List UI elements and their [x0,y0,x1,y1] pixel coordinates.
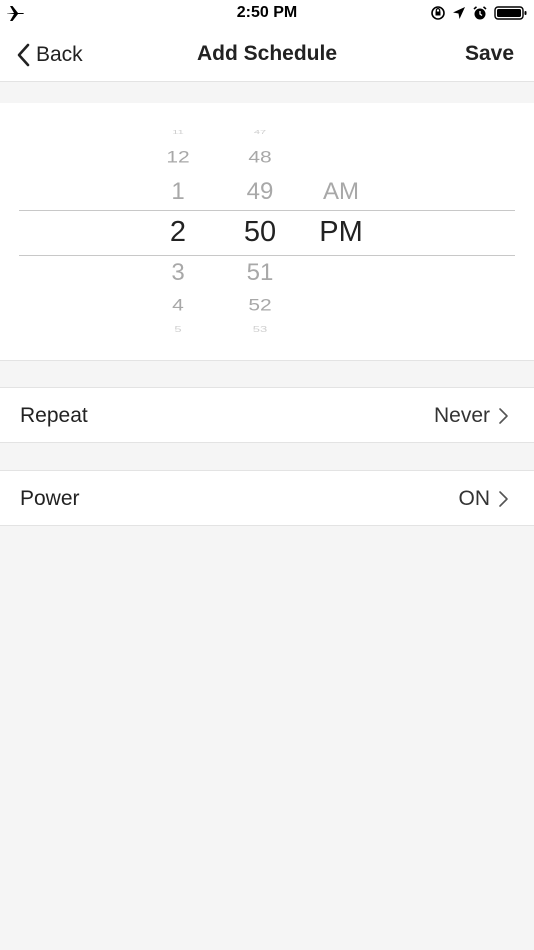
period-option[interactable]: AM [296,180,386,204]
hour-option[interactable]: 4 [133,297,223,314]
power-row[interactable]: Power ON [0,470,534,526]
alarm-icon [473,6,487,20]
minute-option[interactable]: 52 [215,297,305,314]
status-bar: 2:50 PM [0,0,534,28]
minute-option-selected[interactable]: 50 [215,218,305,247]
hour-option[interactable]: 3 [133,261,223,285]
repeat-value: Never [433,404,490,427]
location-arrow-icon [453,7,465,19]
hour-option[interactable]: 5 [133,326,223,334]
repeat-label: Repeat [20,404,88,427]
period-wheel[interactable]: AM PM [296,103,386,360]
power-label: Power [20,487,80,510]
repeat-row[interactable]: Repeat Never [0,387,534,443]
hour-option-selected[interactable]: 2 [133,218,223,247]
orientation-lock-icon [431,6,445,20]
time-picker[interactable]: 11 12 1 2 3 4 5 47 48 49 50 51 52 53 AM … [0,103,534,361]
hour-option[interactable]: 12 [133,149,223,166]
battery-icon [494,6,527,20]
back-label: Back [36,43,83,66]
hour-option[interactable]: 11 [133,130,223,136]
minute-option[interactable]: 49 [215,180,305,204]
power-value: ON [458,487,491,510]
back-button[interactable]: Back [16,40,83,70]
chevron-left-icon [17,43,30,67]
save-button[interactable]: Save [465,42,514,66]
hour-option[interactable]: 1 [133,180,223,204]
minute-option[interactable]: 48 [215,149,305,166]
nav-bar: Back Add Schedule Save [0,28,534,82]
minute-wheel[interactable]: 47 48 49 50 51 52 53 [215,103,305,360]
hour-wheel[interactable]: 11 12 1 2 3 4 5 [133,103,223,360]
minute-option[interactable]: 47 [215,130,305,136]
chevron-right-icon [499,408,508,424]
minute-option[interactable]: 51 [215,261,305,285]
minute-option[interactable]: 53 [215,326,305,334]
chevron-right-icon [499,491,508,507]
period-option-selected[interactable]: PM [296,218,386,247]
